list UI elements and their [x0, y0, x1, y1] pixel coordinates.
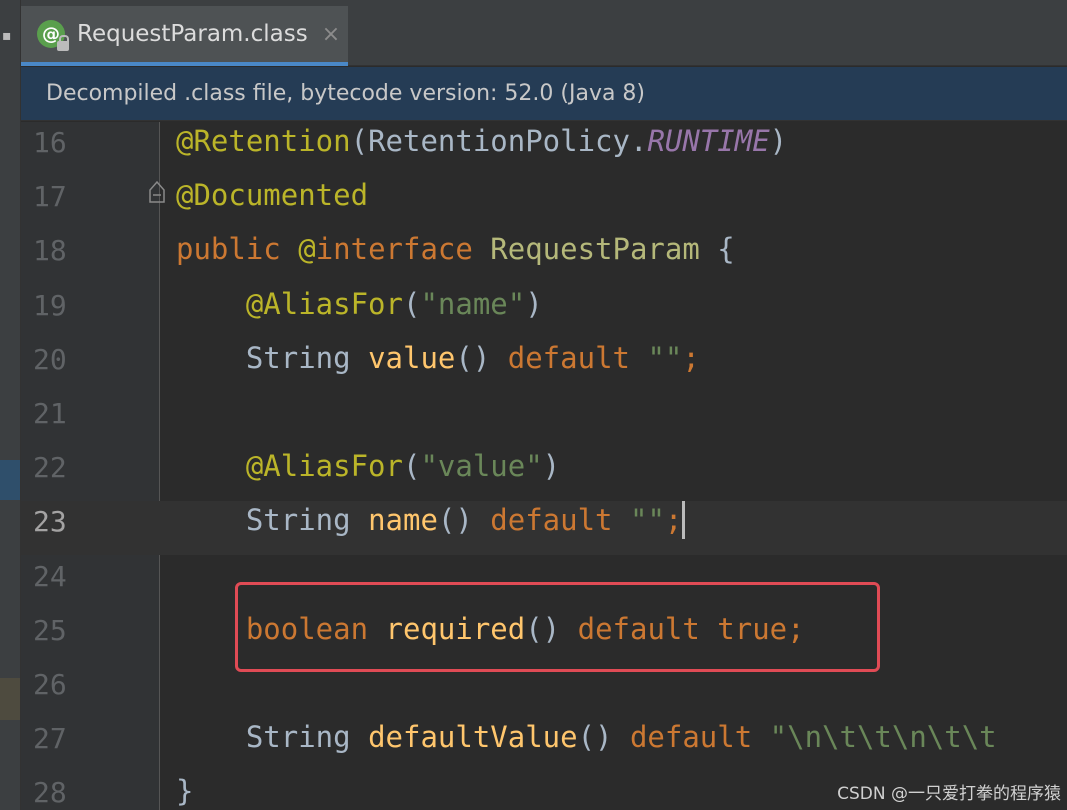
code-token: interface: [315, 232, 491, 267]
line-number: 19: [33, 288, 67, 322]
collapse-arrow-icon[interactable]: ▪: [2, 28, 12, 44]
code-token: (): [577, 720, 630, 755]
strip-marker-tan: [0, 678, 20, 720]
line-number: 23: [33, 505, 67, 539]
line-number: 18: [33, 234, 67, 268]
watermark: CSDN @一只爱打拳的程序猿: [837, 784, 1061, 804]
line-number: 26: [33, 668, 67, 701]
code-token: }: [176, 774, 194, 809]
line-number: 25: [33, 613, 67, 647]
code-text: @Retention(RetentionPolicy.RUNTIME): [176, 122, 787, 160]
code-token: ): [525, 286, 543, 321]
code-text: String value() default "";: [176, 339, 700, 377]
code-token: defaultValue: [368, 720, 578, 755]
code-token: {: [699, 232, 735, 267]
code-line[interactable]: 22 @AliasFor("value"): [21, 447, 1067, 501]
code-token: "\n\t\t\n\t\t: [769, 720, 997, 755]
code-token: (: [402, 286, 421, 321]
code-text: @Documented: [176, 176, 368, 214]
code-text: String defaultValue() default "\n\t\t\n\…: [176, 718, 997, 756]
lock-icon: [57, 35, 69, 51]
code-text: public @interface RequestParam {: [176, 230, 735, 268]
code-token: (: [350, 124, 369, 158]
code-token: String: [245, 720, 369, 755]
code-text: }: [176, 772, 193, 810]
code-text: @AliasFor("value"): [176, 447, 560, 485]
line-number: 22: [33, 451, 67, 485]
fold-marker-icon[interactable]: [147, 178, 167, 204]
code-token: "": [629, 503, 665, 538]
line-number: 21: [33, 397, 67, 430]
code-text: @AliasFor("name"): [176, 285, 543, 323]
highlight-box: [235, 582, 880, 672]
code-token: ): [769, 124, 788, 158]
code-token: value: [368, 340, 456, 375]
code-line[interactable]: 26: [21, 664, 1067, 718]
code-editor[interactable]: 16 @Retention(RetentionPolicy.RUNTIME) 17 @…: [21, 122, 1067, 810]
banner-text: Decompiled .class file, bytecode version…: [46, 81, 646, 106]
code-token: (): [455, 340, 508, 375]
line-number: 16: [33, 126, 67, 159]
code-token: ;: [664, 503, 683, 538]
close-icon[interactable]: ×: [322, 22, 340, 47]
code-token: default: [490, 503, 630, 538]
code-line[interactable]: 17 @Documented: [21, 176, 1067, 230]
code-token: (): [437, 503, 491, 538]
line-number: 20: [33, 342, 67, 376]
code-token: @AliasFor: [245, 449, 403, 484]
code-token: @Retention: [176, 124, 351, 158]
code-token: "value": [420, 449, 543, 484]
code-line[interactable]: 21: [21, 393, 1067, 447]
code-token: RequestParam: [490, 232, 700, 267]
code-text: String name() default "";: [176, 501, 686, 540]
code-token: "": [647, 340, 683, 375]
line-number: 17: [33, 180, 67, 214]
annotation-class-icon: @: [37, 20, 69, 51]
code-line[interactable]: 16 @Retention(RetentionPolicy.RUNTIME): [21, 122, 1067, 176]
code-line[interactable]: 18 public @interface RequestParam {: [21, 230, 1067, 284]
code-token: RUNTIME: [647, 124, 770, 158]
code-line[interactable]: 19 @AliasFor("name"): [21, 285, 1067, 339]
code-token: .: [629, 124, 648, 158]
code-line[interactable]: 27 String defaultValue() default "\n\t\t…: [21, 718, 1067, 772]
code-token: String: [245, 503, 369, 538]
code-token: @: [298, 232, 316, 267]
code-token: default: [629, 720, 770, 755]
code-token: @Documented: [176, 178, 369, 213]
code-token: @AliasFor: [245, 286, 403, 321]
code-token: "name": [420, 286, 526, 321]
decompiled-banner: Decompiled .class file, bytecode version…: [21, 67, 1067, 121]
code-line[interactable]: 20 String value() default "";: [21, 339, 1067, 393]
code-token: ;: [682, 340, 700, 375]
line-number: 27: [33, 722, 67, 756]
tool-window-strip: ▪: [0, 0, 21, 810]
code-token: String: [245, 340, 369, 375]
code-token: default: [507, 340, 648, 375]
text-caret: [682, 501, 686, 540]
strip-marker-blue: [0, 460, 20, 500]
line-number: 24: [33, 559, 67, 593]
code-token: ): [542, 449, 561, 484]
code-token: public: [176, 232, 299, 267]
editor-tab-bar: @ RequestParam.class ×: [21, 0, 1067, 66]
tab-requestparam-class[interactable]: @ RequestParam.class ×: [21, 6, 348, 66]
code-token: name: [368, 503, 438, 538]
tab-label: RequestParam.class: [77, 21, 308, 47]
code-line[interactable]: 23 String name() default "";: [21, 501, 1067, 556]
line-number: 28: [33, 776, 67, 810]
code-token: RetentionPolicy: [368, 124, 630, 158]
code-token: (: [402, 449, 421, 484]
